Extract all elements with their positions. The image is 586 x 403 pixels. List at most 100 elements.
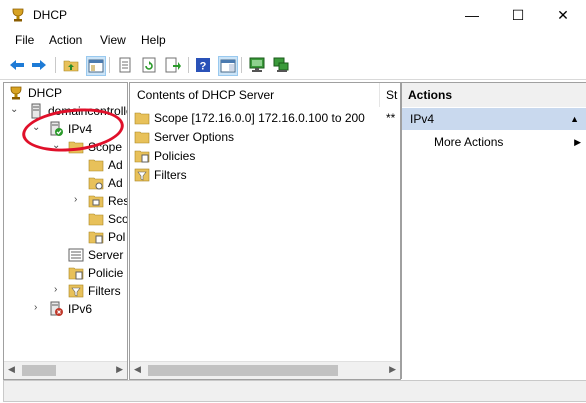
scrollbar-thumb[interactable] xyxy=(22,365,56,376)
menu-view[interactable]: View xyxy=(100,33,126,47)
scroll-right-icon[interactable]: ▶ xyxy=(116,364,123,375)
tree-label: IPv6 xyxy=(68,302,93,316)
show-hide-action-pane-button[interactable] xyxy=(218,56,238,76)
menu-bar xyxy=(0,30,586,51)
column-header-status[interactable]: St xyxy=(380,83,400,107)
chevron-down-icon[interactable]: ⌄ xyxy=(10,104,18,115)
tree-label: Sco xyxy=(108,212,128,226)
scroll-left-icon[interactable]: ◀ xyxy=(134,364,141,375)
list-item-label: Policies xyxy=(154,149,196,163)
tree-item-ipv6[interactable]: IPv6 xyxy=(48,300,92,318)
list-item-label: Server Options xyxy=(154,130,235,144)
server-options-icon xyxy=(68,248,84,262)
filter-icon xyxy=(134,168,150,182)
folder-leases-icon xyxy=(88,177,104,190)
dhcp-icon xyxy=(10,86,22,100)
tree-item-address-pool[interactable]: Ad xyxy=(88,156,123,174)
tree-item-dhcp-root[interactable]: DHCP xyxy=(8,84,62,102)
toolbar-separator xyxy=(55,57,56,73)
menu-help[interactable]: Help xyxy=(141,33,166,47)
filter-icon xyxy=(68,284,84,298)
toolbar-separator xyxy=(109,57,110,73)
more-actions-link[interactable]: More Actions xyxy=(434,135,503,149)
minimize-button[interactable]: — xyxy=(449,0,495,30)
back-arrow-icon xyxy=(10,60,24,70)
refresh-button[interactable] xyxy=(140,56,158,74)
collapse-up-icon[interactable]: ▲ xyxy=(570,114,579,124)
column-header-name[interactable]: Contents of DHCP Server xyxy=(130,83,380,107)
chevron-right-icon[interactable]: › xyxy=(54,284,57,295)
show-hide-tree-button[interactable] xyxy=(86,56,106,76)
menu-file[interactable]: File xyxy=(15,33,34,47)
list-item-policies[interactable]: Policies xyxy=(134,147,195,165)
tree-label: Filters xyxy=(88,284,121,298)
toolbar-separator xyxy=(188,57,189,73)
tree-item-reservations[interactable]: Res xyxy=(88,192,128,210)
close-button[interactable]: ✕ xyxy=(540,0,586,30)
scroll-left-icon[interactable]: ◀ xyxy=(8,364,15,375)
add-server-button[interactable] xyxy=(272,56,290,74)
help-icon: ? xyxy=(196,58,210,73)
tree-label: Pol xyxy=(108,230,126,244)
up-folder-icon xyxy=(63,60,79,72)
folder-reservations-icon xyxy=(88,195,104,208)
dhcp-app-icon xyxy=(12,8,24,22)
tree-label: Ad xyxy=(108,176,123,190)
tree-label: Ad xyxy=(108,158,123,172)
tree-label: Res xyxy=(108,194,128,208)
tree-item-filters[interactable]: Filters xyxy=(68,282,121,300)
folder-policies-icon xyxy=(88,231,104,244)
column-header-label: Contents of DHCP Server xyxy=(137,88,275,102)
menu-action[interactable]: Action xyxy=(49,33,82,47)
scroll-right-icon[interactable]: ▶ xyxy=(389,364,396,375)
chevron-right-icon[interactable]: ▶ xyxy=(574,137,581,148)
content-horizontal-scrollbar[interactable]: ◀ ▶ xyxy=(130,361,400,379)
chevron-right-icon[interactable]: › xyxy=(34,302,37,313)
up-folder-button[interactable] xyxy=(62,56,80,74)
policies-icon xyxy=(134,150,150,163)
content-pane[interactable]: Contents of DHCP Server St Scope [172.16… xyxy=(129,82,401,380)
folder-icon xyxy=(134,112,150,125)
properties-button[interactable] xyxy=(116,56,134,74)
export-list-button[interactable] xyxy=(164,56,182,74)
folder-icon xyxy=(134,131,150,144)
forward-arrow-icon xyxy=(32,60,46,70)
tree-item-scope-policies[interactable]: Pol xyxy=(88,228,125,246)
chevron-right-icon[interactable]: › xyxy=(74,194,77,205)
list-item-server-options[interactable]: Server Options xyxy=(134,128,234,146)
tree-label: Policie xyxy=(88,266,124,280)
policies-icon xyxy=(68,267,84,280)
server-monitor-green-icon xyxy=(249,57,265,72)
folder-icon xyxy=(88,159,104,172)
forward-button[interactable] xyxy=(30,56,48,74)
refresh-icon xyxy=(142,57,156,73)
authorize-server-button[interactable] xyxy=(248,56,266,74)
actions-pane: Actions IPv4 ▲ More Actions ▶ xyxy=(401,82,586,379)
tree-label: Server xyxy=(88,248,124,262)
toolbar-separator xyxy=(241,57,242,73)
minimize-icon: — xyxy=(465,7,479,23)
list-item-filters[interactable]: Filters xyxy=(134,166,187,184)
help-button[interactable]: ? xyxy=(194,56,212,74)
properties-icon xyxy=(119,57,131,73)
folder-icon xyxy=(88,213,104,226)
tree-item-scope-options[interactable]: Sco xyxy=(88,210,128,228)
window-title: DHCP xyxy=(33,8,68,22)
tree-item-server-options[interactable]: Server xyxy=(68,246,123,264)
export-list-icon xyxy=(165,57,181,73)
list-item-label: Filters xyxy=(154,168,187,182)
tree-horizontal-scrollbar[interactable]: ◀ ▶ xyxy=(4,361,127,379)
server-monitor-add-icon xyxy=(273,57,289,72)
back-button[interactable] xyxy=(8,56,26,74)
tree-item-policies[interactable]: Policie xyxy=(68,264,123,282)
svg-text:?: ? xyxy=(200,61,207,73)
tree-label: DHCP xyxy=(28,86,63,100)
actions-section-label: IPv4 xyxy=(410,112,435,126)
scrollbar-thumb[interactable] xyxy=(148,365,338,376)
column-header-label: St xyxy=(386,88,398,102)
list-item-scope[interactable]: Scope [172.16.0.0] 172.16.0.100 to 200 xyxy=(134,109,365,127)
tree-item-address-leases[interactable]: Ad xyxy=(88,174,123,192)
maximize-button[interactable]: ☐ xyxy=(495,0,541,30)
actions-section-ipv4[interactable]: IPv4 ▲ xyxy=(402,108,586,130)
status-bar xyxy=(3,380,586,402)
